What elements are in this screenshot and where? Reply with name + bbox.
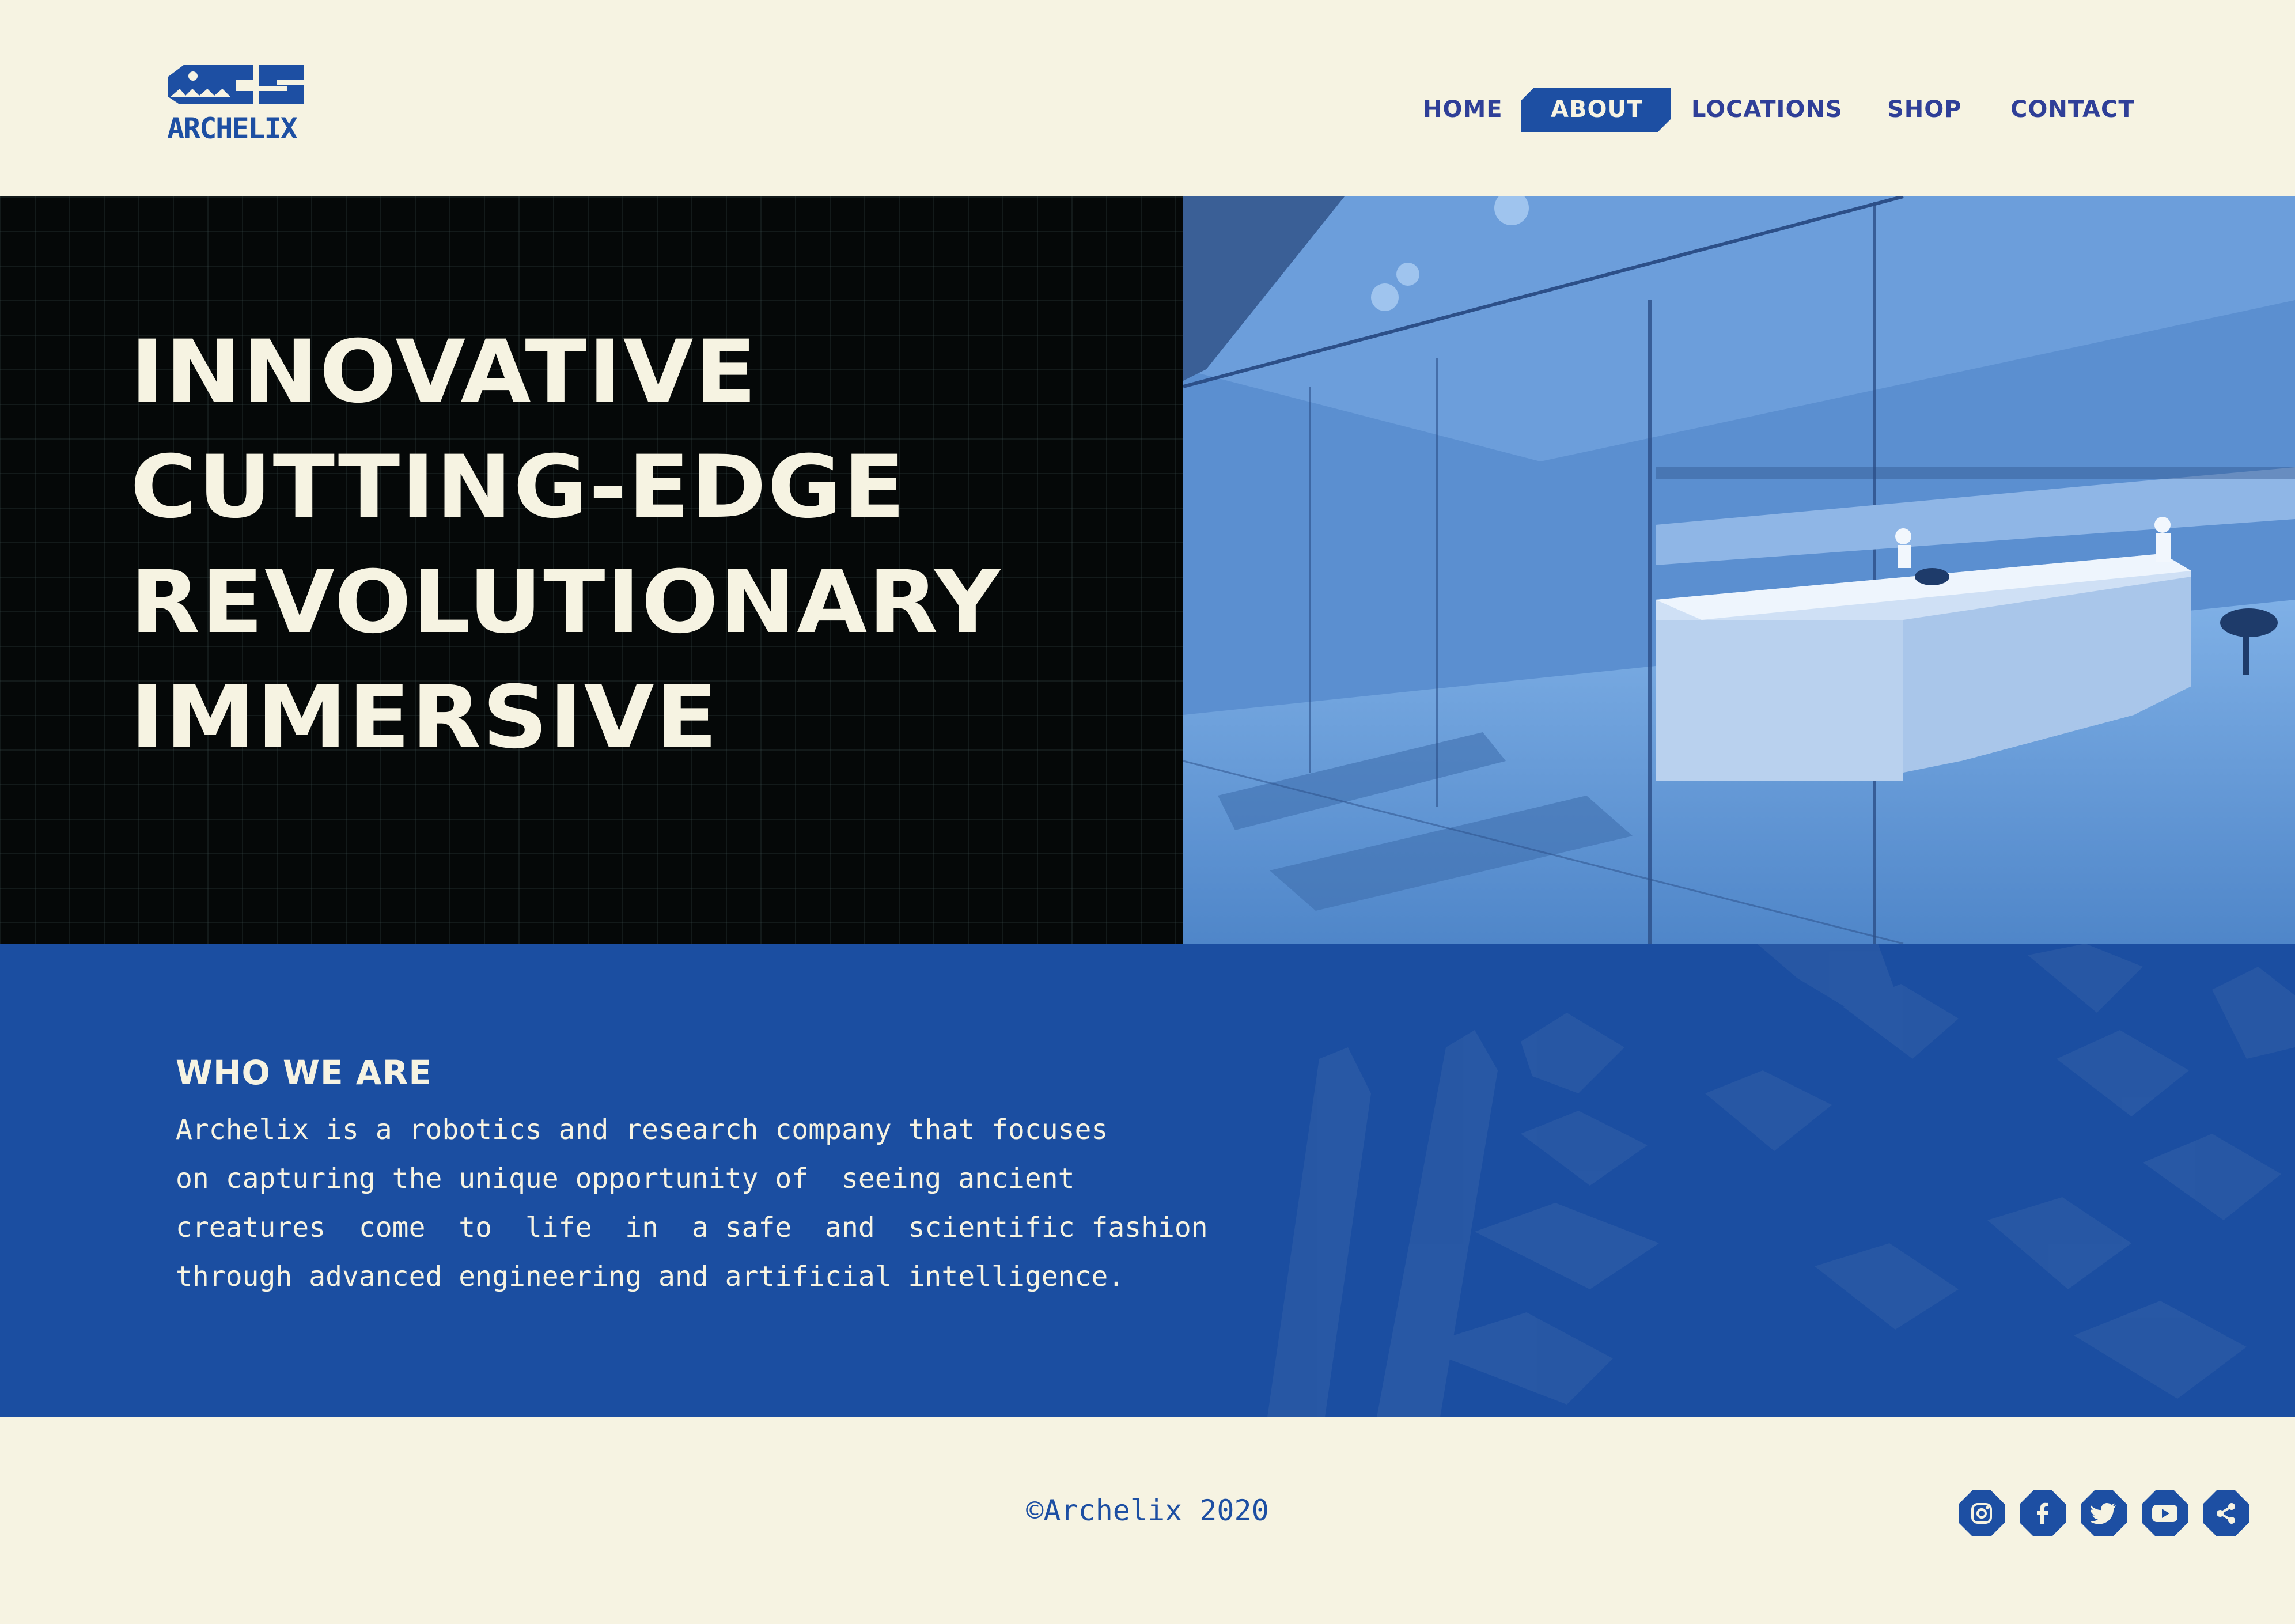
hero-text-panel: INNOVATIVE CUTTING-EDGE REVOLUTIONARY IM… (0, 196, 1183, 944)
about-text-line-4: through advanced engineering and artific… (176, 1260, 1125, 1293)
youtube-icon (2152, 1505, 2177, 1522)
laboratory-image (1183, 196, 2295, 944)
site-header: ARCHELIX HOME ABOUT LOCATIONS SHOP CONTA… (0, 0, 2295, 196)
nav-contact[interactable]: CONTACT (2010, 86, 2135, 133)
main-nav: HOME ABOUT LOCATIONS SHOP CONTACT (0, 86, 2295, 133)
facebook-icon (2037, 1502, 2048, 1524)
twitter-link[interactable] (2081, 1490, 2127, 1536)
hero-headline-2: CUTTING-EDGE (130, 437, 907, 537)
hero-headline-1: INNOVATIVE (130, 322, 758, 422)
about-title: WHO WE ARE (176, 1053, 432, 1092)
share-icon (2217, 1503, 2235, 1524)
nav-about[interactable]: ABOUT (1551, 86, 1643, 133)
instagram-icon (1971, 1503, 1992, 1524)
nav-home[interactable]: HOME (1423, 86, 1503, 133)
about-text-line-1: Archelix is a robotics and research comp… (176, 1114, 1108, 1146)
hero-headline-3: REVOLUTIONARY (130, 552, 1002, 653)
about-section: WHO WE ARE Archelix is a robotics and re… (0, 944, 2295, 1417)
facebook-link[interactable] (2020, 1490, 2066, 1536)
hero-headline-4: IMMERSIVE (130, 668, 719, 768)
site-footer: ©Archelix 2020 (0, 1417, 2295, 1624)
about-text-line-2: on capturing the unique opportunity of s… (176, 1163, 1075, 1195)
nav-shop[interactable]: SHOP (1887, 86, 1962, 133)
instagram-link[interactable] (1959, 1490, 2005, 1536)
youtube-link[interactable] (2142, 1490, 2188, 1536)
share-link[interactable] (2203, 1490, 2249, 1536)
laboratory-photo (1183, 196, 2295, 944)
twitter-icon (2091, 1503, 2116, 1524)
nav-locations[interactable]: LOCATIONS (1691, 86, 1843, 133)
about-text-line-3: creatures come to life in a safe and sci… (176, 1212, 1208, 1244)
copyright-text: ©Archelix 2020 (1026, 1494, 1269, 1527)
